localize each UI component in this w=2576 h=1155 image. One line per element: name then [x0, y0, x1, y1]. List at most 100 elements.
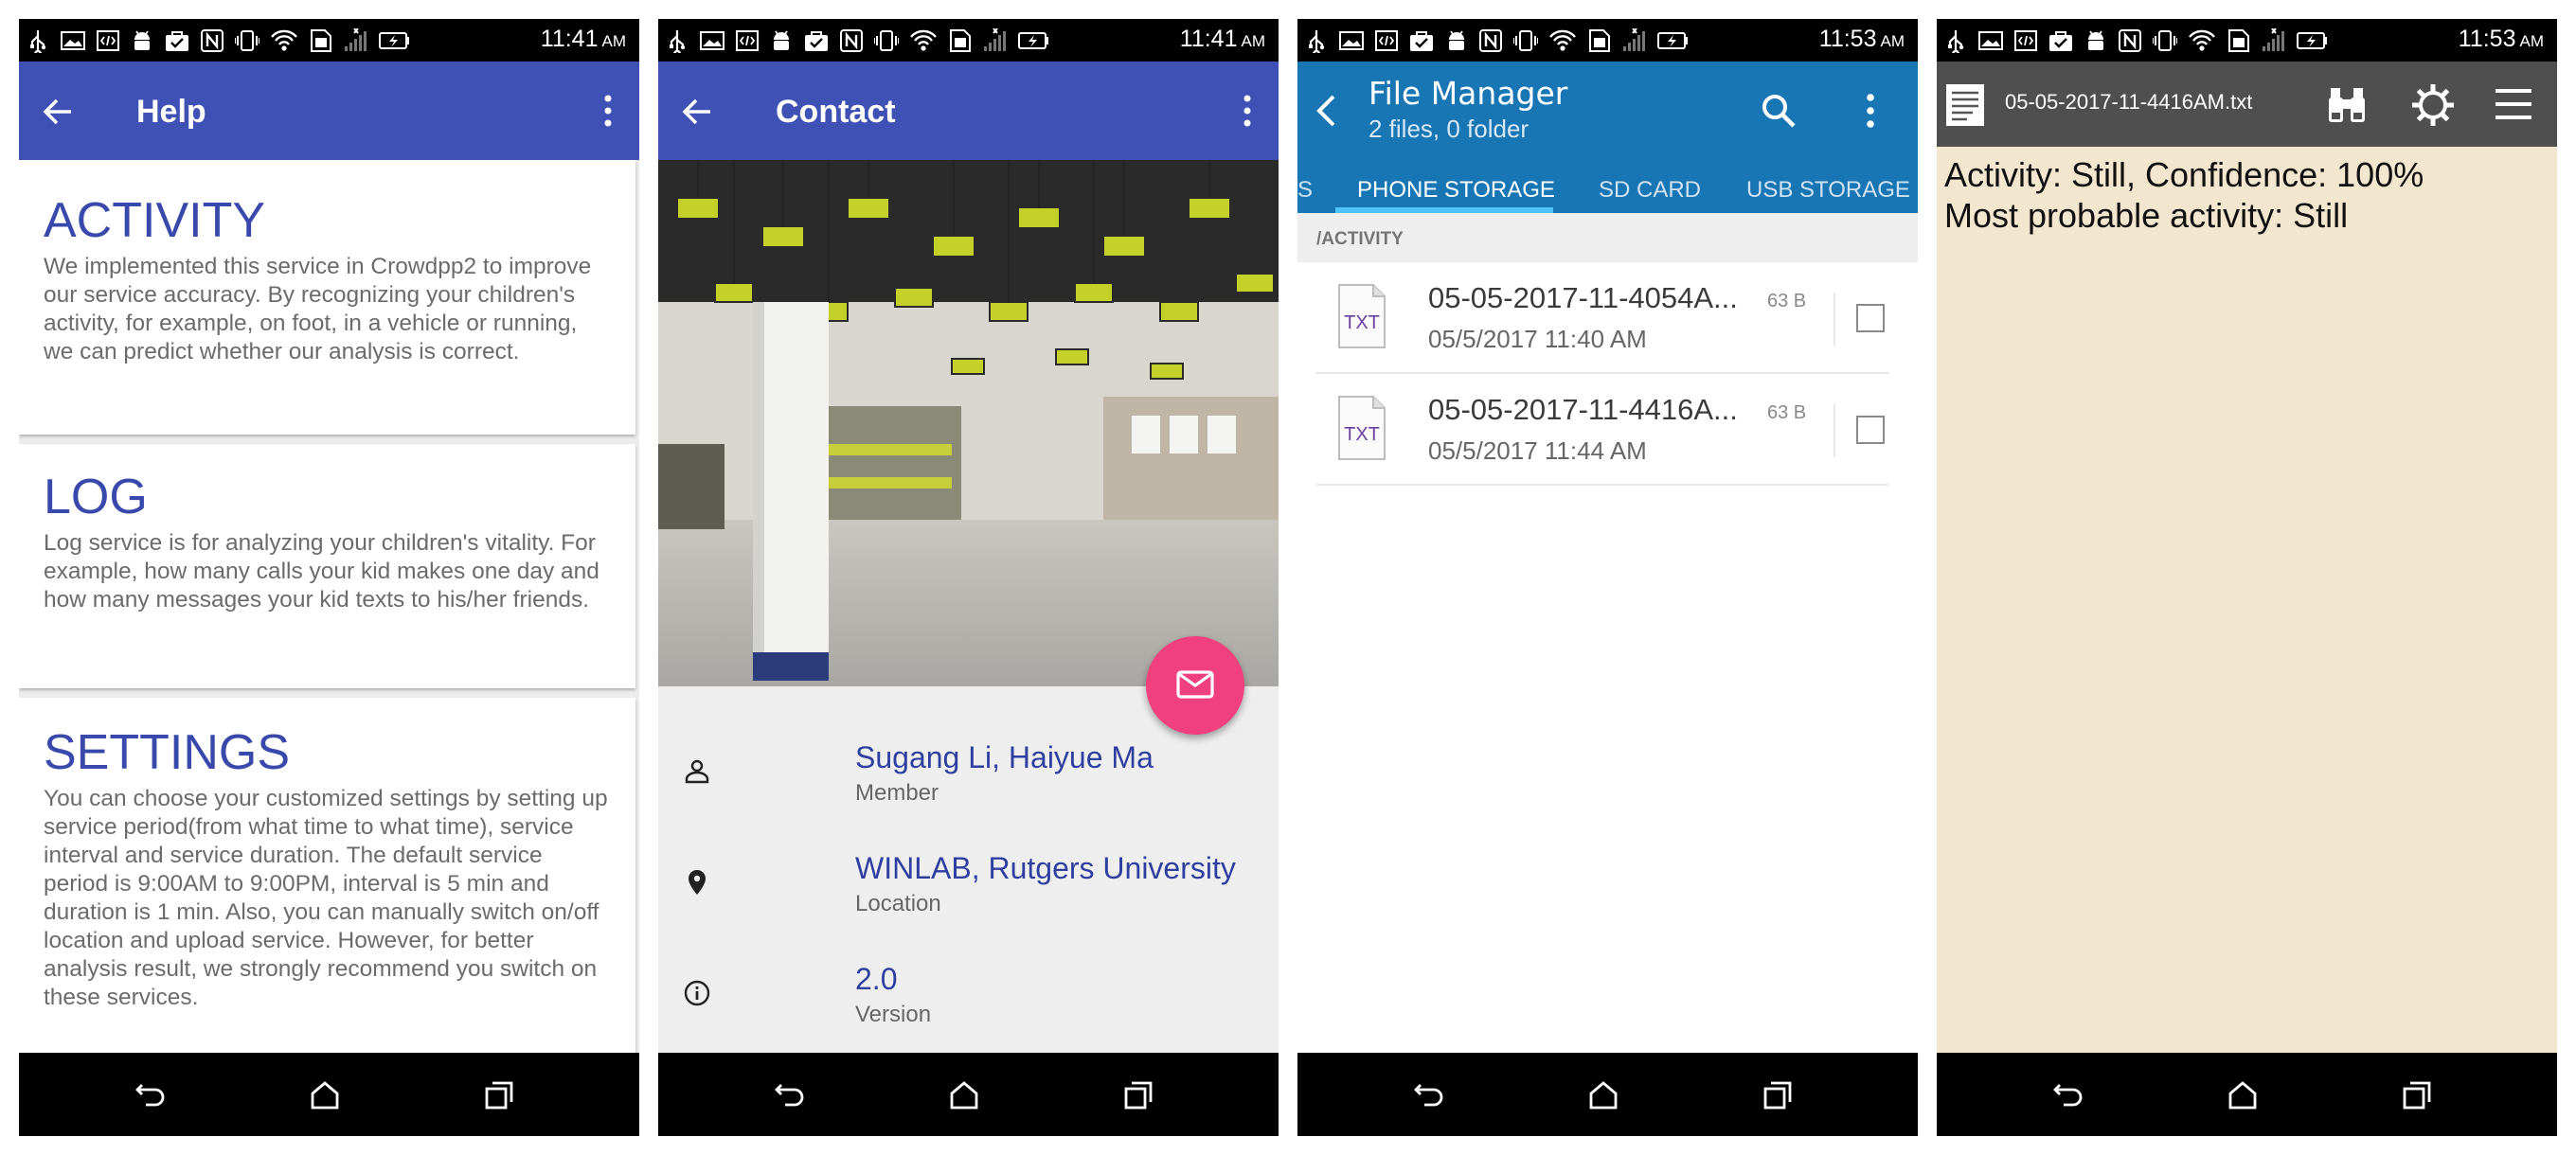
wifi-icon — [2189, 29, 2215, 52]
nav-recent-apps-icon[interactable] — [1122, 1079, 1154, 1111]
time-text: 11:41 — [1179, 26, 1238, 52]
status-time: 11:41 AM — [1180, 26, 1265, 53]
nav-back-icon[interactable] — [774, 1079, 806, 1111]
back-arrow-icon[interactable] — [681, 96, 713, 128]
status-time: 11:53 AM — [2459, 26, 2544, 53]
overflow-menu-icon[interactable] — [1243, 94, 1252, 128]
mail-icon — [1176, 670, 1214, 699]
binoculars-icon[interactable] — [2327, 84, 2367, 126]
current-path: /ACTIVITY — [1297, 213, 1918, 262]
store-icon — [165, 30, 189, 53]
nav-back-icon[interactable] — [1413, 1079, 1445, 1111]
code-icon — [1375, 30, 1398, 51]
help-app-bar: Help — [19, 62, 639, 160]
nav-home-icon[interactable] — [309, 1079, 341, 1111]
nav-home-icon[interactable] — [1587, 1079, 1619, 1111]
store-icon — [1409, 30, 1434, 53]
version-label: Version — [855, 1002, 932, 1027]
sim-icon — [2228, 29, 2249, 52]
file-size: 63 B — [1767, 402, 1807, 423]
status-icons — [668, 27, 1060, 55]
signal-icon — [983, 28, 1007, 52]
nav-recent-apps-icon[interactable] — [483, 1079, 515, 1111]
divider — [1834, 293, 1835, 346]
wifi-icon — [271, 29, 297, 52]
battery-charging-icon — [2297, 32, 2327, 49]
ampm-text: AM — [1880, 32, 1905, 50]
back-arrow-icon[interactable] — [42, 96, 74, 128]
usb-icon — [1307, 28, 1326, 53]
time-text: 11:53 — [2458, 26, 2516, 52]
email-fab-button[interactable] — [1146, 636, 1244, 735]
tab-phone-storage[interactable]: PHONE STORAGE — [1357, 177, 1555, 204]
nav-recent-apps-icon[interactable] — [1762, 1079, 1794, 1111]
nav-back-icon[interactable] — [134, 1079, 167, 1111]
tab-partial[interactable]: S — [1297, 177, 1313, 204]
status-bar: 11:53 AM — [1937, 19, 2557, 62]
sim-icon — [950, 29, 971, 52]
status-icons — [1946, 27, 2338, 55]
search-icon[interactable] — [1760, 92, 1798, 130]
image-icon — [1339, 31, 1364, 50]
section-body: Log service is for analyzing your childr… — [44, 530, 599, 613]
file-name: 05-05-2017-11-4416A... — [1428, 393, 1738, 426]
store-icon — [804, 30, 829, 53]
file-type-label: TXT — [1344, 424, 1380, 445]
navigation-bar — [1297, 1053, 1918, 1136]
nav-recent-apps-icon[interactable] — [2401, 1079, 2433, 1111]
phone-help-screen: 11:41 AM Help ACTIVITY We implemented thi… — [19, 19, 639, 1136]
usb-icon — [668, 28, 687, 53]
file-row[interactable]: TXT 05-05-2017-11-4054A... 05/5/2017 11:… — [1316, 262, 1888, 374]
file-row[interactable]: TXT 05-05-2017-11-4416A... 05/5/2017 11:… — [1316, 374, 1888, 486]
help-content: ACTIVITY We implemented this service in … — [19, 160, 639, 1053]
navigation-bar — [658, 1053, 1279, 1136]
contact-row-location: WINLAB, Rutgers University Location — [658, 851, 1279, 946]
text-viewer-toolbar: 05-05-2017-11-4416AM.txt — [1937, 62, 2557, 147]
section-body: We implemented this service in Crowdpp2 … — [44, 254, 592, 364]
nav-home-icon[interactable] — [948, 1079, 980, 1111]
text-line: Most probable activity: Still — [1944, 196, 2349, 235]
sim-icon — [311, 29, 331, 52]
status-time: 11:53 AM — [1819, 26, 1905, 53]
ampm-text: AM — [601, 32, 627, 50]
phone-text-viewer-screen: 11:53 AM 05-05-2017-11-4416AM.txt Activit… — [1937, 19, 2557, 1136]
file-name: 05-05-2017-11-4054A... — [1428, 281, 1738, 314]
nfc-icon — [840, 28, 863, 53]
battery-charging-icon — [379, 32, 409, 49]
file-checkbox[interactable] — [1856, 416, 1885, 444]
gear-icon[interactable] — [2410, 82, 2456, 128]
vibrate-icon — [2153, 30, 2177, 51]
phone-file-manager-screen: 11:53 AM File Manager 2 files, 0 folder S… — [1297, 19, 1918, 1136]
image-icon — [61, 31, 85, 50]
help-card-settings: SETTINGS You can choose your customized … — [19, 698, 635, 1053]
overflow-menu-icon[interactable] — [603, 94, 613, 128]
vibrate-icon — [1513, 30, 1538, 51]
file-checkbox[interactable] — [1856, 304, 1885, 332]
status-bar: 11:53 AM — [1297, 19, 1918, 62]
file-type-label: TXT — [1344, 312, 1380, 333]
tab-usb-storage[interactable]: USB STORAGE — [1746, 177, 1910, 204]
person-icon — [685, 759, 709, 784]
member-label: Member — [855, 780, 939, 806]
status-icons — [28, 27, 420, 55]
overflow-menu-icon[interactable] — [1866, 92, 1875, 130]
status-bar: 11:41 AM — [19, 19, 639, 62]
page-title: Contact — [776, 94, 896, 130]
chevron-left-icon[interactable] — [1315, 94, 1337, 128]
code-icon — [97, 30, 119, 51]
document-icon — [1946, 84, 1984, 126]
txt-file-icon: TXT — [1338, 284, 1386, 348]
nav-back-icon[interactable] — [2052, 1079, 2084, 1111]
code-icon — [736, 30, 759, 51]
hamburger-menu-icon[interactable] — [2494, 86, 2533, 122]
nfc-icon — [1479, 28, 1502, 53]
page-title: File Manager — [1368, 75, 1568, 112]
text-content[interactable]: Activity: Still, Confidence: 100% Most p… — [1937, 147, 2557, 1053]
tab-sd-card[interactable]: SD CARD — [1599, 177, 1701, 204]
divider — [1834, 404, 1835, 457]
help-card-activity: ACTIVITY We implemented this service in … — [19, 160, 635, 435]
usb-icon — [1946, 28, 1965, 53]
navigation-bar — [1937, 1053, 2557, 1136]
nav-home-icon[interactable] — [2227, 1079, 2259, 1111]
location-pin-icon — [689, 870, 706, 895]
